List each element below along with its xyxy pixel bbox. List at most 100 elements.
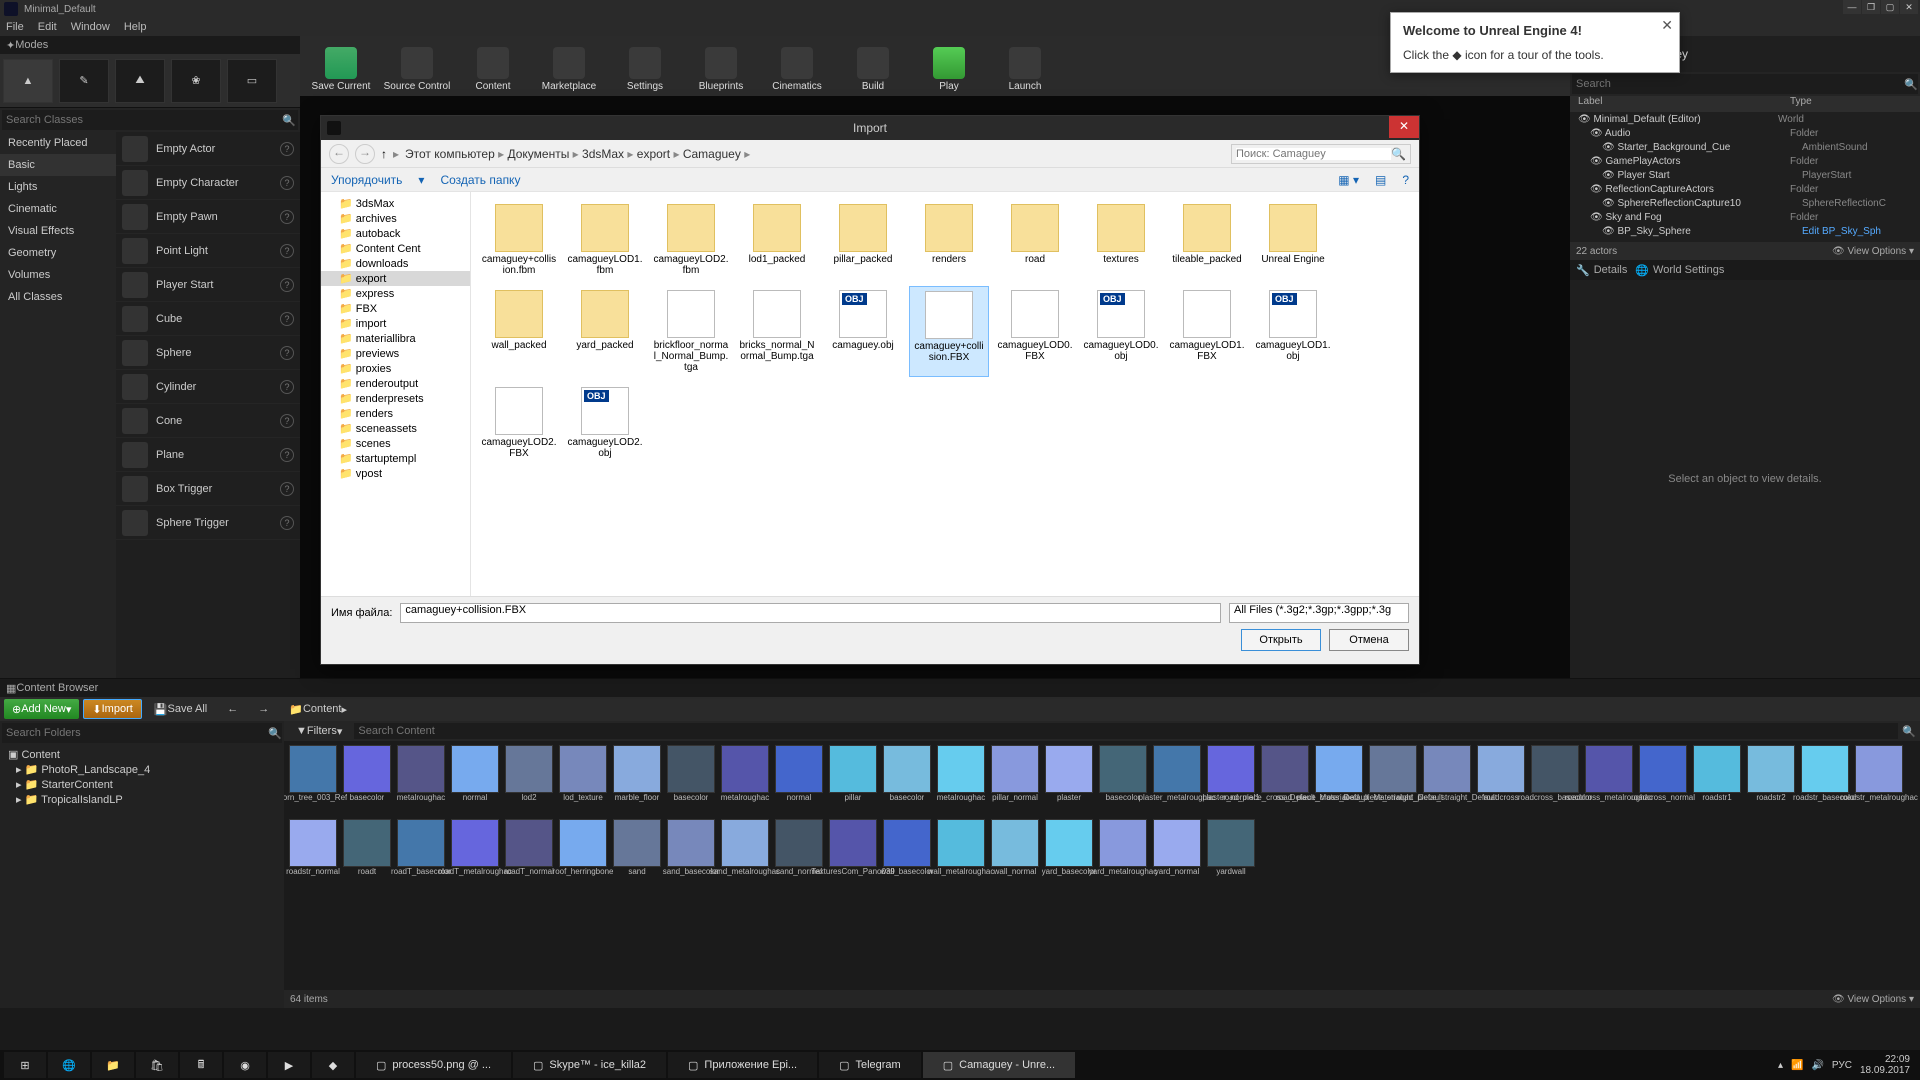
file-item[interactable]: camagueyLOD2.obj — [565, 383, 645, 463]
asset-item[interactable]: metalroughac — [396, 745, 446, 815]
window-maximize-button[interactable]: ▢ — [1881, 0, 1899, 14]
mode-category[interactable]: Basic — [0, 154, 116, 176]
mode-category[interactable]: Visual Effects — [0, 220, 116, 242]
import-tree-item[interactable]: 📁 import — [321, 316, 470, 331]
outliner-row[interactable]: 👁 SphereReflectionCapture10SphereReflect… — [1570, 196, 1920, 210]
file-item[interactable]: pillar_packed — [823, 200, 903, 280]
open-button[interactable]: Открыть — [1241, 629, 1321, 651]
import-tree-item[interactable]: 📁 autoback — [321, 226, 470, 241]
import-tree-item[interactable]: 📁 3dsMax — [321, 196, 470, 211]
outliner-col-type[interactable]: Type — [1790, 96, 1920, 112]
mode-category[interactable]: Recently Placed — [0, 132, 116, 154]
asset-item[interactable]: TexturesCom_Pano039 — [828, 819, 878, 889]
asset-item[interactable]: roadstr2 — [1746, 745, 1796, 815]
import-close-button[interactable]: ✕ — [1389, 116, 1419, 138]
breadcrumb-item[interactable]: Документы — [507, 147, 569, 161]
mode-item[interactable]: Cone? — [116, 404, 300, 438]
outliner-row[interactable]: 👁 Sky and FogFolder — [1570, 210, 1920, 224]
mode-item[interactable]: Empty Pawn? — [116, 200, 300, 234]
add-new-button[interactable]: ⊕ Add New ▾ — [4, 699, 79, 719]
nav-back-button[interactable]: ← — [329, 144, 349, 164]
tab-details[interactable]: 🔧 Details — [1576, 264, 1627, 277]
info-icon[interactable]: ? — [280, 516, 294, 530]
mode-category[interactable]: Lights — [0, 176, 116, 198]
asset-item[interactable]: lod2 — [504, 745, 554, 815]
toolbar-settings-button[interactable]: Settings — [608, 38, 682, 94]
asset-item[interactable]: roadcross_metalroughac — [1584, 745, 1634, 815]
import-tree-item[interactable]: 📁 proxies — [321, 361, 470, 376]
info-icon[interactable]: ? — [280, 448, 294, 462]
modes-tab[interactable]: ✦ Modes — [0, 36, 300, 54]
import-search[interactable]: 🔍 — [1231, 144, 1411, 164]
folder-tree-item[interactable]: ▸ 📁 TropicalIslandLP — [6, 792, 278, 807]
asset-item[interactable]: yard_normal — [1152, 819, 1202, 889]
outliner-row[interactable]: 👁 Starter_Background_CueAmbientSound — [1570, 140, 1920, 154]
import-tree-item[interactable]: 📁 sceneassets — [321, 421, 470, 436]
file-item[interactable]: camaguey+collision.fbm — [479, 200, 559, 280]
import-tree-item[interactable]: 📁 renderpresets — [321, 391, 470, 406]
import-file-grid[interactable]: camaguey+collision.fbmcamagueyLOD1.fbmca… — [471, 192, 1419, 596]
foliage-mode-icon[interactable]: ❀ — [171, 59, 221, 103]
taskbar-item[interactable]: ▢Приложение Epi... — [668, 1052, 817, 1078]
outliner-row[interactable]: 👁 ReflectionCaptureActorsFolder — [1570, 182, 1920, 196]
mode-item[interactable]: Sphere Trigger? — [116, 506, 300, 540]
organize-button[interactable]: Упорядочить — [331, 173, 402, 187]
asset-item[interactable]: marble_floor — [612, 745, 662, 815]
info-icon[interactable]: ? — [280, 346, 294, 360]
import-tree-item[interactable]: 📁 previews — [321, 346, 470, 361]
filters-button[interactable]: ▼ Filters ▾ — [288, 721, 350, 741]
outliner-row[interactable]: 👁 GamePlayActorsFolder — [1570, 154, 1920, 168]
import-tree-item[interactable]: 📁 startuptempl — [321, 451, 470, 466]
save-all-button[interactable]: 💾 Save All — [146, 699, 215, 719]
filename-input[interactable]: camaguey+collision.FBX — [400, 603, 1221, 623]
cancel-button[interactable]: Отмена — [1329, 629, 1409, 651]
file-item[interactable]: brickfloor_normal_Normal_Bump.tga — [651, 286, 731, 377]
nav-back-button[interactable]: ← — [219, 699, 246, 719]
import-search-input[interactable] — [1236, 148, 1391, 160]
tray-clock[interactable]: 22:09 18.09.2017 — [1860, 1054, 1910, 1076]
breadcrumb-item[interactable]: export — [637, 147, 670, 161]
import-tree-item[interactable]: 📁 renders — [321, 406, 470, 421]
asset-item[interactable]: metalroughac — [720, 745, 770, 815]
file-item[interactable]: textures — [1081, 200, 1161, 280]
info-icon[interactable]: ? — [280, 414, 294, 428]
window-restore-button[interactable]: ❐ — [1862, 0, 1880, 14]
view-options-button[interactable]: 👁 View Options ▾ — [1832, 246, 1914, 257]
asset-item[interactable]: plaster — [1044, 745, 1094, 815]
landscape-mode-icon[interactable]: ⛰ — [115, 59, 165, 103]
asset-item[interactable]: basecolor — [666, 745, 716, 815]
asset-item[interactable]: sand — [612, 819, 662, 889]
menu-window[interactable]: Window — [71, 21, 110, 33]
start-button[interactable]: ⊞ — [4, 1052, 46, 1078]
asset-item[interactable]: corn_tree_003_Ref — [288, 745, 338, 815]
mode-item[interactable]: Empty Character? — [116, 166, 300, 200]
file-item[interactable]: camaguey.obj — [823, 286, 903, 377]
info-icon[interactable]: ? — [280, 142, 294, 156]
outliner-search[interactable]: 🔍 — [1572, 74, 1918, 94]
asset-item[interactable]: roadstr_metalroughac — [1854, 745, 1904, 815]
toolbar-source-control-button[interactable]: Source Control — [380, 38, 454, 94]
mode-category[interactable]: Volumes — [0, 264, 116, 286]
import-tree-item[interactable]: 📁 export — [321, 271, 470, 286]
taskbar-item[interactable]: ▢Telegram — [819, 1052, 921, 1078]
asset-item[interactable]: yard_basecolor — [1044, 819, 1094, 889]
asset-item[interactable]: roadT_metalroughac — [450, 819, 500, 889]
place-mode-icon[interactable]: ▲ — [3, 59, 53, 103]
mode-category[interactable]: Geometry — [0, 242, 116, 264]
info-icon[interactable]: ? — [280, 482, 294, 496]
asset-item[interactable]: metalroughac — [936, 745, 986, 815]
asset-item[interactable]: basecolor — [342, 745, 392, 815]
file-item[interactable]: road — [995, 200, 1075, 280]
toolbar-build-button[interactable]: Build — [836, 38, 910, 94]
asset-item[interactable]: roof_herringbone — [558, 819, 608, 889]
taskbar-item[interactable]: ▢process50.png @ ... — [356, 1052, 511, 1078]
asset-item[interactable]: basecolor — [882, 745, 932, 815]
window-minimize-button[interactable]: — — [1843, 0, 1861, 14]
info-icon[interactable]: ? — [280, 210, 294, 224]
tray-volume-icon[interactable]: 🔊 — [1811, 1060, 1823, 1071]
mode-item[interactable]: Box Trigger? — [116, 472, 300, 506]
asset-item[interactable]: roadcross_normal — [1638, 745, 1688, 815]
outliner-row[interactable]: 👁 BP_Sky_SphereEdit BP_Sky_Sph — [1570, 224, 1920, 238]
file-item[interactable]: camaguey+collision.FBX — [909, 286, 989, 377]
mode-item[interactable]: Plane? — [116, 438, 300, 472]
